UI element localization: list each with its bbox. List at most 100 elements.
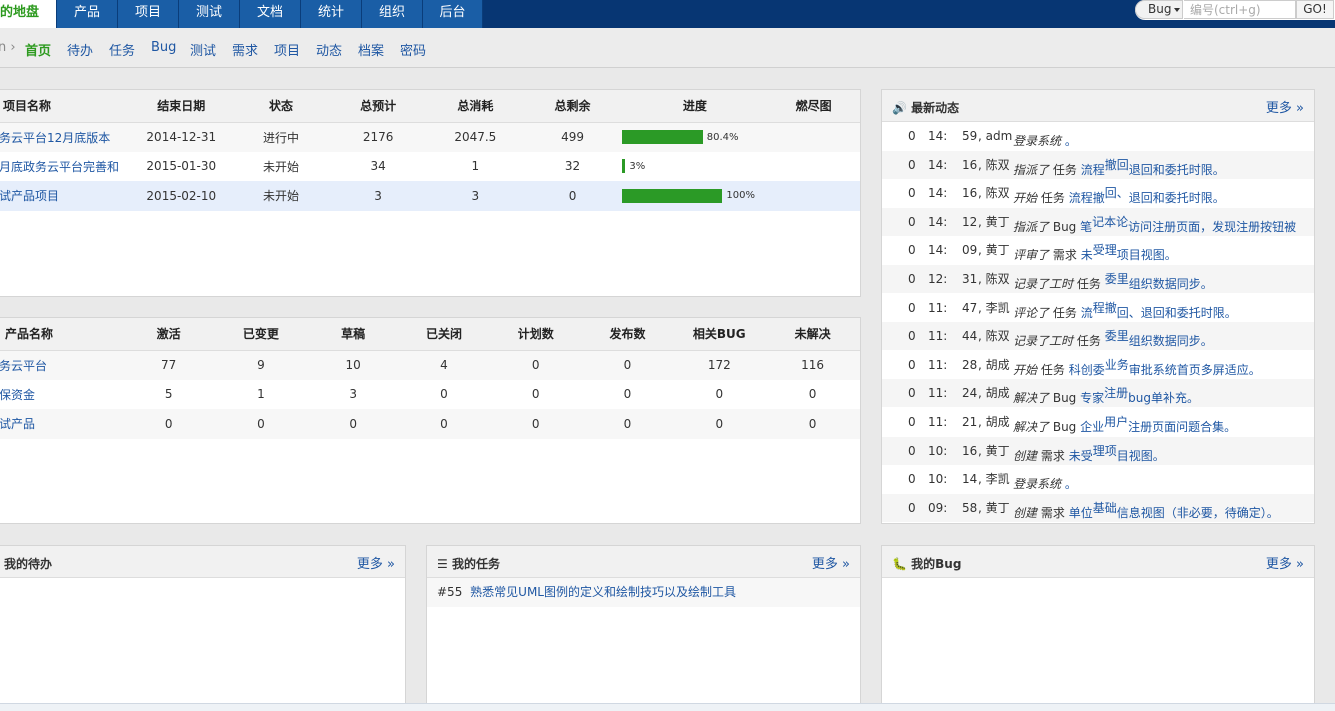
end-date: 2015-02-10 (128, 181, 234, 211)
object-link[interactable]: 流 (1081, 306, 1093, 320)
col-consumed: 总消耗 (427, 90, 523, 123)
object-link[interactable]: 。 (1065, 134, 1077, 148)
go-button[interactable]: GO! (1296, 0, 1334, 19)
volume-icon: 🔊 (892, 101, 907, 115)
time: 12: (928, 272, 948, 286)
more-link[interactable]: 更多 » (1266, 97, 1304, 116)
object-tag[interactable]: 回、 (1105, 186, 1129, 200)
object-title[interactable]: 退回和委托时限。 (1129, 163, 1225, 177)
object-tag[interactable]: 业务 (1105, 358, 1129, 372)
cell: 0 (531, 387, 540, 402)
object-link[interactable]: 。 (1065, 477, 1077, 491)
time: 10: (928, 443, 948, 458)
list-item[interactable]: #55 熟悉常见UML图例的定义和绘制技巧以及绘制工具 (427, 578, 860, 607)
object-tag[interactable]: 用户 (1104, 415, 1128, 429)
object-link[interactable]: 单位 (1069, 506, 1093, 520)
panel-header: ☰ 我的任务 更多 » (427, 546, 860, 578)
burndown-cell[interactable] (767, 122, 860, 152)
object-title[interactable]: 注册页面问题合集。 (1128, 420, 1236, 434)
object-title[interactable]: 审批系统首页多屏适应。 (1129, 363, 1261, 377)
panel-header: 🐛 我的Bug 更多 » (882, 546, 1314, 578)
subnav-todo[interactable]: 待办 (67, 40, 93, 59)
cell: 172 (673, 350, 766, 380)
task-link[interactable]: 熟悉常见UML图例的定义和绘制技巧以及绘制工具 (470, 585, 736, 599)
subnav-task[interactable]: 任务 (109, 40, 135, 59)
object-tag[interactable]: 程撤 (1093, 301, 1117, 315)
burndown-cell[interactable] (767, 152, 860, 182)
subnav-profile[interactable]: 档案 (358, 40, 384, 59)
subnav-dynamic[interactable]: 动态 (316, 40, 342, 59)
subnav-password[interactable]: 密码 (400, 40, 426, 59)
object-title[interactable]: 组织数据同步。 (1129, 334, 1213, 348)
tab-admin[interactable]: 后台 (423, 0, 483, 28)
project-link[interactable]: 月底政务云平台完善和 (0, 160, 119, 174)
consumed: 1 (471, 159, 480, 174)
object-tag[interactable]: 理项 (1093, 444, 1117, 458)
object-link[interactable]: 未 (1081, 248, 1093, 262)
tab-my-dashboard[interactable]: 的地盘 (0, 0, 57, 28)
object-title[interactable]: 访问注册页面，发现注册按钮被 (1128, 220, 1296, 234)
burndown-cell[interactable] (767, 181, 860, 211)
object-link[interactable]: 专家 (1080, 391, 1104, 405)
subnav-bug[interactable]: Bug (151, 40, 176, 55)
more-link[interactable]: 更多 » (357, 553, 395, 572)
left: 499 (522, 122, 623, 152)
subnav-story[interactable]: 需求 (232, 40, 258, 59)
object-tag[interactable]: 受理 (1093, 243, 1117, 257)
object-title[interactable]: 组织数据同步。 (1129, 277, 1213, 291)
subnav-home[interactable]: 首页 (25, 40, 51, 59)
action: 记录了工时 (1013, 334, 1074, 349)
action: 创建 (1013, 448, 1038, 463)
col-draft: 草稿 (308, 318, 399, 351)
product-link[interactable]: 务云平台 (0, 359, 47, 373)
object-title[interactable]: 退回和委托时限。 (1129, 191, 1225, 205)
tab-doc[interactable]: 文档 (240, 0, 301, 28)
tab-product[interactable]: 产品 (57, 0, 118, 28)
object-title[interactable]: 项目视图。 (1117, 248, 1177, 262)
object-link[interactable]: 科创委 (1069, 363, 1105, 377)
object-title[interactable]: bug单补充。 (1128, 391, 1199, 405)
object-tag[interactable]: 委里 (1105, 272, 1129, 286)
object-title[interactable]: 回、退回和委托时限。 (1117, 306, 1237, 320)
time-seconds: 28 (962, 357, 978, 372)
actor: , 陈双 (978, 272, 1010, 286)
object-link[interactable]: 流程撤 (1069, 191, 1105, 205)
activity-text: 指派了 Bug 笔记本论访问注册页面，发现注册按钮被 (1013, 208, 1296, 236)
col-releases: 发布数 (581, 318, 674, 351)
tab-stats[interactable]: 统计 (301, 0, 362, 28)
cell: 5 (164, 387, 173, 402)
activity-text: 登录系统 。 (1013, 122, 1077, 150)
tab-test[interactable]: 测试 (179, 0, 240, 28)
more-label: 更多 (811, 557, 838, 572)
object-title[interactable]: 信息视图（非必要，待确定）。 (1117, 506, 1279, 520)
project-link[interactable]: 务云平台12月底版本 (0, 131, 110, 145)
dynamics-row: 0 12: 31, 陈双 记录了工时 任务 委里组织数据同步。 (882, 265, 1314, 293)
object-tag[interactable]: 撤回 (1105, 158, 1129, 172)
object-tag[interactable]: 委里 (1105, 329, 1129, 343)
object-link[interactable]: 企业 (1080, 420, 1104, 434)
status: 未开始 (233, 181, 329, 211)
object-title[interactable]: 目视图。 (1117, 449, 1165, 463)
product-link[interactable]: 试产品 (0, 417, 35, 431)
object-tag[interactable]: 记本论 (1092, 215, 1128, 229)
subnav-test[interactable]: 测试 (190, 40, 216, 59)
panel-header: 我的待办 更多 » (0, 546, 405, 578)
more-link[interactable]: 更多 » (812, 553, 850, 572)
search-input[interactable] (1184, 0, 1296, 19)
cell: 0 (489, 409, 582, 439)
object-link[interactable]: 未受 (1069, 449, 1093, 463)
object-link[interactable]: 笔 (1080, 220, 1092, 234)
subnav-project[interactable]: 项目 (274, 40, 300, 59)
search-type-select[interactable]: Bug (1135, 0, 1183, 19)
object-link[interactable]: 流程 (1081, 163, 1105, 177)
tab-org[interactable]: 组织 (362, 0, 423, 28)
object-tag[interactable]: 基础 (1093, 501, 1117, 515)
more-link[interactable]: 更多 » (1266, 553, 1304, 572)
project-link[interactable]: 试产品项目 (0, 189, 59, 203)
product-link[interactable]: 保资金 (0, 388, 35, 402)
cell: 116 (765, 350, 860, 380)
tab-project[interactable]: 项目 (118, 0, 179, 28)
actor: , 胡成 (978, 386, 1010, 401)
col-bugs: 相关BUG (673, 318, 766, 351)
object-tag[interactable]: 注册 (1104, 386, 1128, 400)
